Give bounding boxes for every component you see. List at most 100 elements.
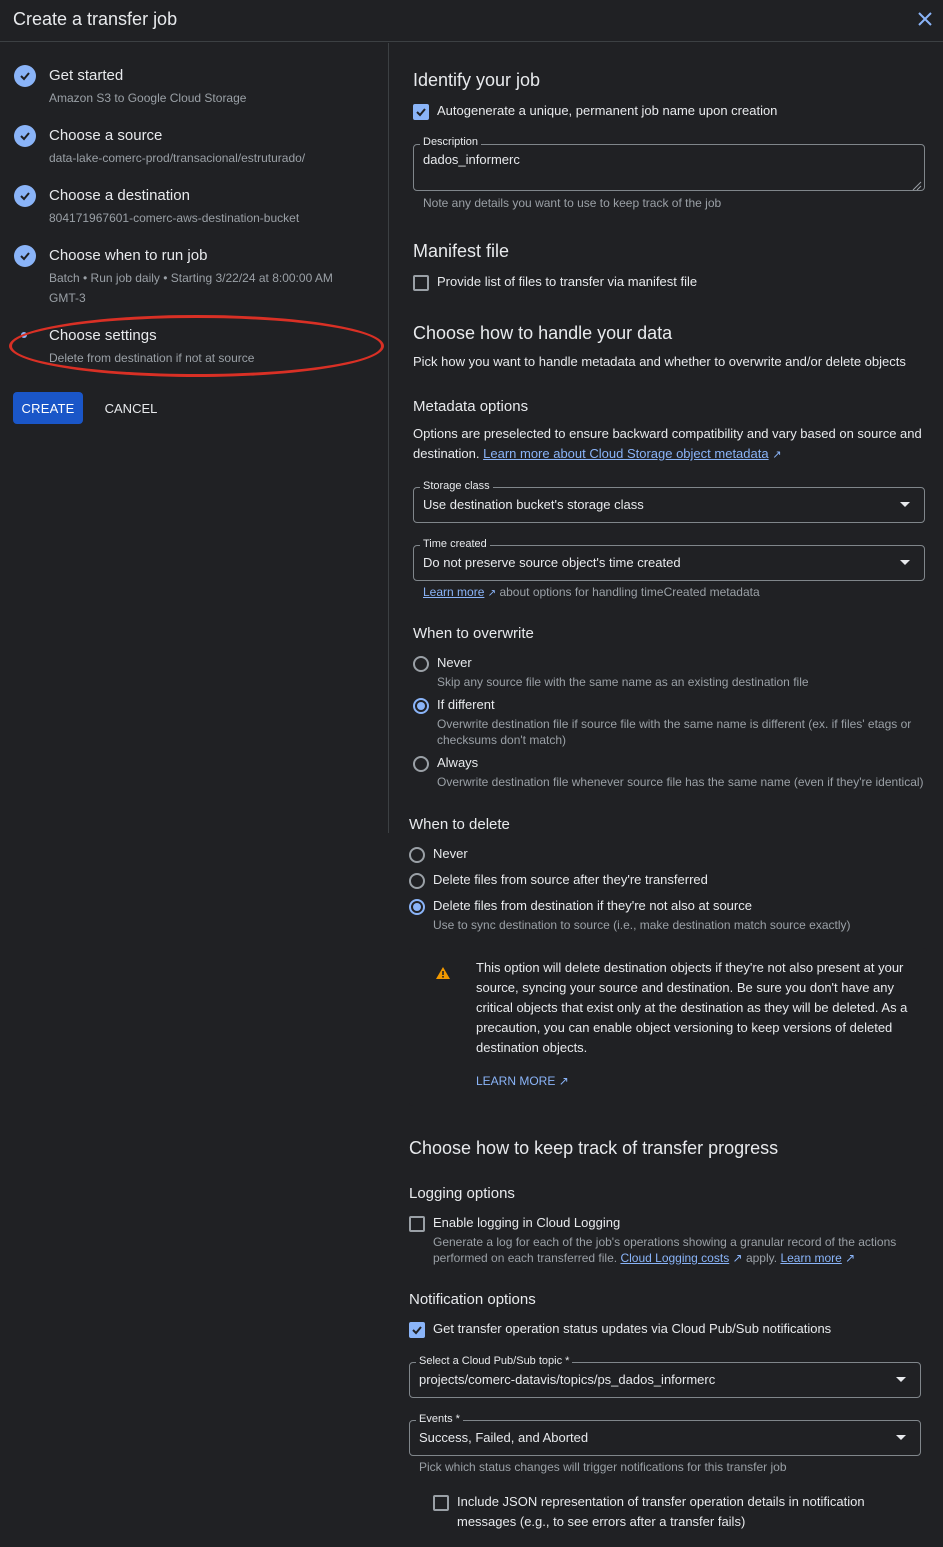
handle-data-heading: Choose how to handle your data (413, 323, 673, 343)
logging-sub: Generate a log for each of the job's ope… (433, 1235, 897, 1249)
step-choose-destination-summary: 804171967601-comerc-aws-destination-buck… (49, 211, 300, 225)
events-value: Success, Failed, and Aborted (419, 1430, 589, 1445)
time-created-hint: Learn more ↗ about options for handling … (423, 584, 760, 602)
external-link-icon: ↗ (845, 1251, 856, 1265)
description-hint: Note any details you want to use to keep… (423, 196, 722, 210)
autogenerate-label: Autogenerate a unique, permanent job nam… (437, 103, 778, 118)
overwrite-different-radio[interactable] (413, 698, 429, 714)
step-choose-schedule[interactable]: Choose when to run job (49, 247, 207, 264)
check-circle-icon (14, 65, 36, 87)
overwrite-never-radio[interactable] (413, 656, 429, 672)
delete-after-radio[interactable] (409, 873, 425, 889)
metadata-text-2: destination. Learn more about Cloud Stor… (413, 444, 781, 465)
description-value: dados_informerc (423, 152, 520, 167)
cancel-button[interactable]: CANCEL (96, 392, 166, 424)
identify-heading: Identify your job (413, 70, 541, 90)
delete-after-label: Delete files from source after they're t… (433, 872, 708, 887)
delete-heading: When to delete (409, 816, 510, 833)
autogenerate-checkbox[interactable] (413, 104, 429, 120)
check-circle-icon (14, 185, 36, 207)
description-label: Description (420, 136, 482, 148)
step-get-started-summary: Amazon S3 to Google Cloud Storage (49, 91, 247, 105)
events-hint: Pick which status changes will trigger n… (419, 1460, 787, 1474)
manifest-label: Provide list of files to transfer via ma… (437, 274, 698, 289)
tracking-heading: Choose how to keep track of transfer pro… (409, 1138, 779, 1158)
check-circle-icon (14, 125, 36, 147)
json-checkbox[interactable] (433, 1495, 449, 1511)
handle-data-sub: Pick how you want to handle metadata and… (413, 354, 906, 369)
manifest-checkbox[interactable] (413, 275, 429, 291)
pubsub-checkbox[interactable] (409, 1322, 425, 1338)
time-created-hint-text: about options for handling timeCreated m… (499, 585, 760, 599)
json-label-2: messages (e.g., to see errors after a tr… (457, 1514, 746, 1529)
step-choose-schedule-timezone: GMT-3 (49, 291, 86, 305)
time-created-label: Time created (420, 538, 490, 550)
storage-class-value: Use destination bucket's storage class (423, 497, 644, 512)
warning-line-3: critical objects that exist only at the … (476, 1000, 908, 1015)
overwrite-heading: When to overwrite (413, 625, 534, 642)
warning-line-2: source, syncing your source and destinat… (476, 980, 895, 995)
overwrite-always-sub: Overwrite destination file whenever sour… (437, 775, 924, 789)
metadata-heading: Metadata options (413, 398, 529, 415)
panel-divider (388, 43, 389, 833)
metadata-text-lead: destination. (413, 446, 480, 461)
dropdown-arrow-icon (896, 1377, 906, 1382)
delete-never-radio[interactable] (409, 847, 425, 863)
metadata-text: Options are preselected to ensure backwa… (413, 426, 922, 441)
overwrite-always-radio[interactable] (413, 756, 429, 772)
logging-label: Enable logging in Cloud Logging (433, 1215, 621, 1230)
logging-learn-link[interactable]: Learn more (780, 1251, 841, 1265)
highlight-annotation (9, 315, 384, 377)
dropdown-arrow-icon (900, 502, 910, 507)
warning-line-4: precaution, you can enable object versio… (476, 1020, 893, 1035)
external-link-icon: ↗ (772, 449, 782, 461)
close-icon[interactable] (914, 8, 936, 30)
logging-apply-text: apply. (745, 1251, 778, 1265)
metadata-learn-link[interactable]: Learn more about Cloud Storage object me… (483, 446, 768, 461)
external-link-icon: ↗ (732, 1251, 743, 1265)
overwrite-never-sub: Skip any source file with the same name … (437, 675, 809, 689)
time-created-value: Do not preserve source object's time cre… (423, 555, 681, 570)
step-choose-schedule-summary: Batch • Run job daily • Starting 3/22/24… (49, 271, 333, 285)
logging-checkbox[interactable] (409, 1216, 425, 1232)
warning-learn-more-label: LEARN MORE (476, 1074, 556, 1088)
warning-icon (435, 966, 451, 985)
delete-destination-label: Delete files from destination if they're… (433, 898, 752, 913)
delete-destination-sub: Use to sync destination to source (i.e.,… (433, 918, 851, 932)
logging-sub-2: performed on each transferred file. Clou… (433, 1250, 855, 1266)
external-link-icon: ↗ (558, 1074, 569, 1088)
overwrite-never-label: Never (437, 655, 472, 670)
delete-destination-radio[interactable] (409, 899, 425, 915)
warning-line-1: This option will delete destination obje… (476, 960, 904, 975)
time-created-learn-link[interactable]: Learn more (423, 585, 484, 599)
storage-class-label: Storage class (420, 480, 493, 492)
step-get-started[interactable]: Get started (49, 67, 123, 84)
pubsub-topic-value: projects/comerc-datavis/topics/ps_dados_… (419, 1372, 716, 1387)
resize-handle-icon[interactable] (912, 178, 922, 196)
step-choose-destination[interactable]: Choose a destination (49, 187, 190, 204)
overwrite-different-sub-2: checksums don't match) (437, 733, 567, 747)
step-choose-source[interactable]: Choose a source (49, 127, 162, 144)
warning-line-5: destination objects. (476, 1040, 588, 1055)
dropdown-arrow-icon (900, 560, 910, 565)
create-button[interactable]: CREATE (13, 392, 83, 424)
warning-learn-more[interactable]: LEARN MORE ↗ (476, 1074, 569, 1088)
overwrite-different-label: If different (437, 697, 495, 712)
page-title: Create a transfer job (13, 9, 178, 29)
events-label: Events * (416, 1413, 463, 1425)
logging-heading: Logging options (409, 1185, 515, 1202)
notification-heading: Notification options (409, 1291, 536, 1308)
manifest-heading: Manifest file (413, 241, 510, 261)
check-circle-icon (14, 245, 36, 267)
pubsub-label: Get transfer operation status updates vi… (433, 1321, 832, 1336)
pubsub-topic-label: Select a Cloud Pub/Sub topic * (416, 1355, 573, 1367)
logging-costs-link[interactable]: Cloud Logging costs (620, 1251, 729, 1265)
overwrite-always-label: Always (437, 755, 479, 770)
step-choose-source-summary: data-lake-comerc-prod/transacional/estru… (49, 151, 306, 165)
external-link-icon: ↗ (487, 588, 497, 599)
json-label: Include JSON representation of transfer … (457, 1494, 865, 1509)
dropdown-arrow-icon (896, 1435, 906, 1440)
overwrite-different-sub: Overwrite destination file if source fil… (437, 717, 912, 731)
delete-never-label: Never (433, 846, 468, 861)
logging-sub-text: performed on each transferred file. (433, 1251, 618, 1265)
